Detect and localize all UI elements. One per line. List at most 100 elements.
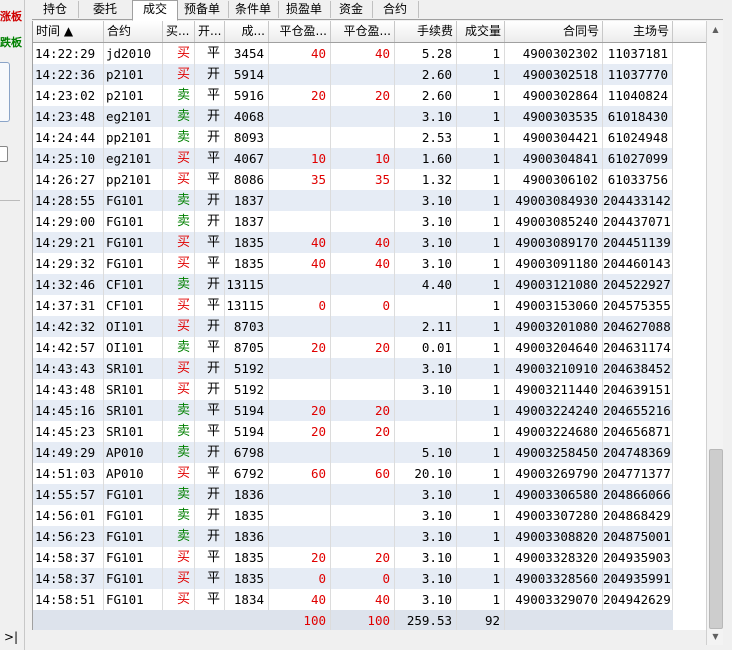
cell-fee: 1.32 bbox=[395, 169, 457, 190]
table-row[interactable]: 14:42:57 OI101 卖平 8705 20 20 0.01 1 49003204640 2… bbox=[33, 337, 673, 358]
column-header-5[interactable]: 平仓盈... bbox=[269, 21, 331, 42]
collapse-panel-button[interactable]: >| bbox=[4, 630, 18, 644]
tab-3[interactable]: 预备单 bbox=[176, 1, 229, 18]
column-header-6[interactable]: 平仓盈... bbox=[331, 21, 395, 42]
cell-order_no: 49003085240 bbox=[505, 211, 603, 232]
cell-contract: FG101 bbox=[104, 505, 163, 526]
cell-main_no: 61033756 bbox=[603, 169, 673, 190]
table-row[interactable]: 14:49:29 AP010 卖开 6798 5.10 1 49003258450 20474… bbox=[33, 442, 673, 463]
side-panel-checkbox[interactable] bbox=[0, 146, 8, 162]
cell-side: 卖 bbox=[163, 274, 195, 295]
cell-side: 买 bbox=[163, 358, 195, 379]
cell-main_no: 204639151 bbox=[603, 379, 673, 400]
column-header-1[interactable]: 合约 bbox=[104, 21, 163, 42]
cell-pnl2 bbox=[331, 64, 395, 85]
column-header-4[interactable]: 成... bbox=[225, 21, 269, 42]
cell-side: 卖 bbox=[163, 211, 195, 232]
tab-0[interactable]: 持仓 bbox=[32, 1, 79, 18]
table-row[interactable]: 14:43:43 SR101 买开 5192 3.10 1 49003210910 20463… bbox=[33, 358, 673, 379]
table-row[interactable]: 14:29:00 FG101 卖开 1837 3.10 1 49003085240 20443… bbox=[33, 211, 673, 232]
column-header-0[interactable]: 时间 ▲ bbox=[33, 21, 104, 42]
cell-oc: 平 bbox=[195, 421, 225, 442]
cell-oc: 平 bbox=[195, 43, 225, 64]
table-empty-area bbox=[673, 43, 707, 630]
table-row[interactable]: 14:56:01 FG101 卖开 1835 3.10 1 49003307280 20486… bbox=[33, 505, 673, 526]
cell-time: 14:45:23 bbox=[33, 421, 104, 442]
table-row[interactable]: 14:29:32 FG101 买平 1835 40 40 3.10 1 49003091180 2… bbox=[33, 253, 673, 274]
table-row[interactable]: 14:56:23 FG101 卖开 1836 3.10 1 49003308820 20487… bbox=[33, 526, 673, 547]
cell-fee: 2.53 bbox=[395, 127, 457, 148]
cell-pnl1: 0 bbox=[269, 295, 331, 316]
table-row[interactable]: 14:29:21 FG101 买平 1835 40 40 3.10 1 49003089170 2… bbox=[33, 232, 673, 253]
table-row[interactable]: 14:26:27 pp2101 买平 8086 35 35 1.32 1 4900306102 6… bbox=[33, 169, 673, 190]
tab-1[interactable]: 委托 bbox=[78, 1, 133, 18]
table-row[interactable]: 14:55:57 FG101 卖开 1836 3.10 1 49003306580 20486… bbox=[33, 484, 673, 505]
cell-order_no: 49003201080 bbox=[505, 316, 603, 337]
tab-5[interactable]: 损盈单 bbox=[278, 1, 331, 18]
cell-price: 4068 bbox=[225, 106, 269, 127]
table-row[interactable]: 14:32:46 CF101 卖开 13115 4.40 1 49003121080 2045… bbox=[33, 274, 673, 295]
table-row[interactable]: 14:45:16 SR101 卖平 5194 20 20 1 49003224240 20465… bbox=[33, 400, 673, 421]
cell-qty: 1 bbox=[457, 169, 505, 190]
cell-order_no: 4900303535 bbox=[505, 106, 603, 127]
cell-time: 14:32:46 bbox=[33, 274, 104, 295]
scrollbar-thumb[interactable] bbox=[709, 449, 723, 629]
cell-pnl1: 40 bbox=[269, 232, 331, 253]
cell-oc: 平 bbox=[195, 400, 225, 421]
table-row[interactable]: 14:23:48 eg2101 卖开 4068 3.10 1 4900303535 61018… bbox=[33, 106, 673, 127]
cell-order_no: 49003089170 bbox=[505, 232, 603, 253]
cell-fee: 2.60 bbox=[395, 64, 457, 85]
column-header-7[interactable]: 手续费 bbox=[395, 21, 457, 42]
cell-contract: jd2010 bbox=[104, 43, 163, 64]
column-header-9[interactable]: 合同号 bbox=[505, 21, 603, 42]
table-row[interactable]: 14:37:31 CF101 买平 13115 0 0 1 49003153060 204575… bbox=[33, 295, 673, 316]
cell-oc: 平 bbox=[195, 337, 225, 358]
side-panel-button[interactable] bbox=[0, 62, 10, 122]
cell-pnl1: 35 bbox=[269, 169, 331, 190]
tab-7[interactable]: 合约 bbox=[372, 1, 419, 18]
cell-qty: 1 bbox=[457, 148, 505, 169]
cell-order_no: 49003328560 bbox=[505, 568, 603, 589]
cell-pnl1: 20 bbox=[269, 85, 331, 106]
cell-order_no: 49003211440 bbox=[505, 379, 603, 400]
cell-main_no: 61018430 bbox=[603, 106, 673, 127]
column-header-10[interactable]: 主场号 bbox=[603, 21, 673, 42]
cell-pnl2: 40 bbox=[331, 43, 395, 64]
table-row[interactable]: 14:23:02 p2101 卖平 5916 20 20 2.60 1 4900302864 11… bbox=[33, 85, 673, 106]
table-row[interactable]: 14:45:23 SR101 卖平 5194 20 20 1 49003224680 20465… bbox=[33, 421, 673, 442]
table-row[interactable]: 14:22:29 jd2010 买平 3454 40 40 5.28 1 4900302302 1… bbox=[33, 43, 673, 64]
scroll-up-icon[interactable]: ▲ bbox=[707, 21, 724, 38]
cell-order_no: 4900302864 bbox=[505, 85, 603, 106]
column-header-2[interactable]: 买... bbox=[163, 21, 195, 42]
table-row[interactable]: 14:24:44 pp2101 卖开 8093 2.53 1 4900304421 61024… bbox=[33, 127, 673, 148]
cell-fee: 2.60 bbox=[395, 85, 457, 106]
cell-oc: 开 bbox=[195, 274, 225, 295]
cell-pnl2: 35 bbox=[331, 169, 395, 190]
cell-pnl2 bbox=[331, 442, 395, 463]
table-row[interactable]: 14:58:37 FG101 买平 1835 20 20 3.10 1 49003328320 2… bbox=[33, 547, 673, 568]
table-row[interactable]: 14:43:48 SR101 买开 5192 3.10 1 49003211440 20463… bbox=[33, 379, 673, 400]
tab-2[interactable]: 成交 bbox=[132, 0, 178, 21]
tab-6[interactable]: 资金 bbox=[330, 1, 373, 18]
tab-4[interactable]: 条件单 bbox=[228, 1, 279, 18]
cell-fee: 5.28 bbox=[395, 43, 457, 64]
cell-time: 14:43:43 bbox=[33, 358, 104, 379]
cell-qty: 1 bbox=[457, 253, 505, 274]
table-row[interactable]: 14:28:55 FG101 卖开 1837 3.10 1 49003084930 20443… bbox=[33, 190, 673, 211]
cell-qty: 1 bbox=[457, 379, 505, 400]
scroll-down-icon[interactable]: ▼ bbox=[707, 628, 724, 645]
table-row[interactable]: 14:22:36 p2101 买开 5914 2.60 1 4900302518 110377… bbox=[33, 64, 673, 85]
cell-contract: SR101 bbox=[104, 421, 163, 442]
cell-oc: 开 bbox=[195, 211, 225, 232]
table-row[interactable]: 14:58:37 FG101 买平 1835 0 0 3.10 1 49003328560 204… bbox=[33, 568, 673, 589]
table-row[interactable]: 14:51:03 AP010 买平 6792 60 60 20.10 1 49003269790… bbox=[33, 463, 673, 484]
column-header-3[interactable]: 开... bbox=[195, 21, 225, 42]
table-row[interactable]: 14:58:51 FG101 买平 1834 40 40 3.10 1 49003329070 2… bbox=[33, 589, 673, 610]
cell-fee: 3.10 bbox=[395, 253, 457, 274]
column-header-8[interactable]: 成交量 bbox=[457, 21, 505, 42]
cell-price: 5192 bbox=[225, 358, 269, 379]
cell-price: 1835 bbox=[225, 505, 269, 526]
table-row[interactable]: 14:25:10 eg2101 买平 4067 10 10 1.60 1 4900304841 6… bbox=[33, 148, 673, 169]
vertical-scrollbar[interactable]: ▲ ▼ bbox=[706, 21, 724, 645]
table-row[interactable]: 14:42:32 OI101 买开 8703 2.11 1 49003201080 20462… bbox=[33, 316, 673, 337]
